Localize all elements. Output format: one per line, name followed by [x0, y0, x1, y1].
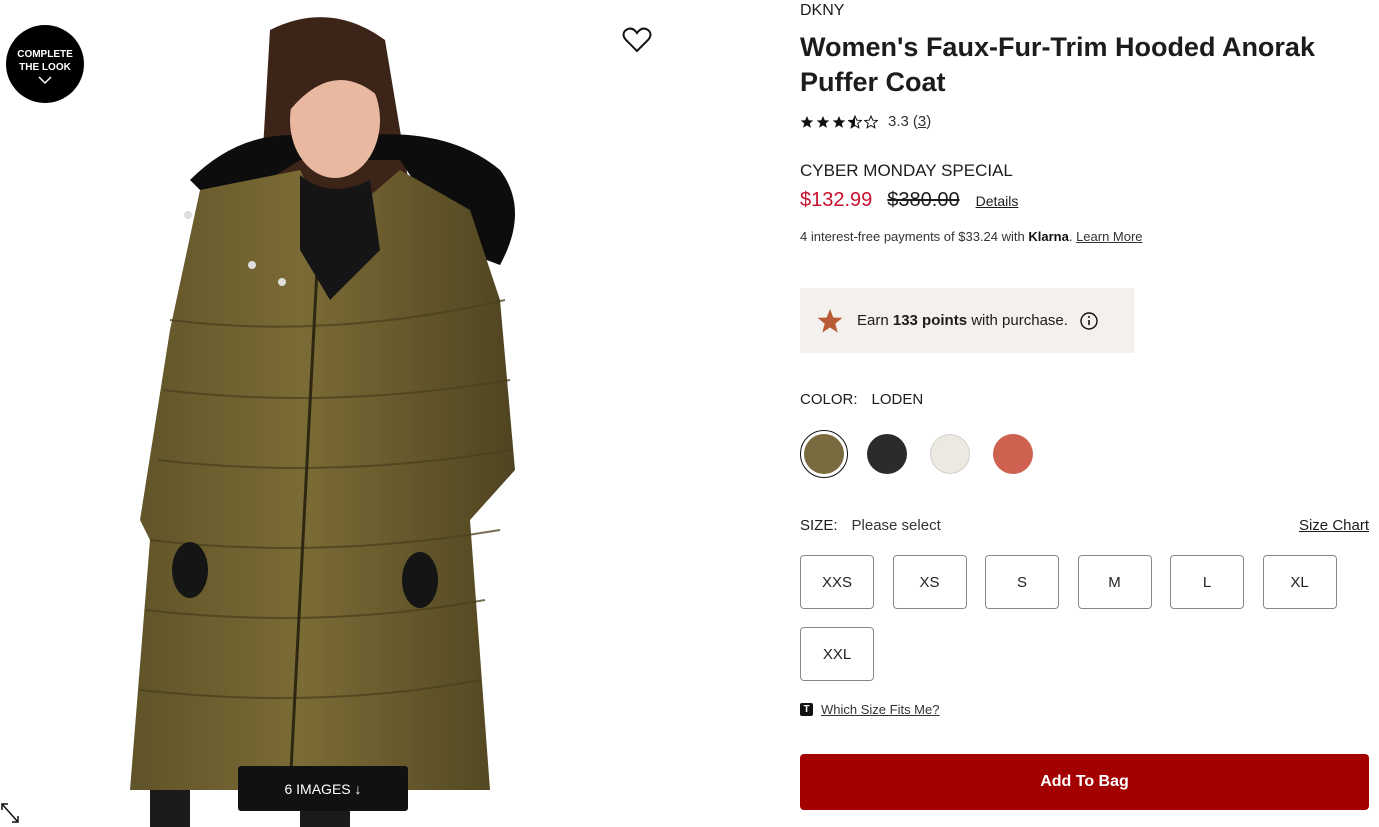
swatch-loden-color [804, 434, 844, 474]
color-label: COLOR: [800, 391, 858, 408]
size-option-l[interactable]: L [1170, 555, 1244, 609]
product-info: DKNY Women's Faux-Fur-Trim Hooded Anorak… [800, 0, 1370, 827]
which-size-fits-link[interactable]: Which Size Fits Me? [821, 702, 939, 717]
size-option-xxs[interactable]: XXS [800, 555, 874, 609]
rating-value: 3.3 [888, 113, 909, 130]
size-option-xl[interactable]: XL [1262, 555, 1337, 609]
swatch-black[interactable] [863, 430, 911, 478]
size-options: XXS XS S M L XL XXL [800, 555, 1360, 699]
complete-the-look-button[interactable]: COMPLETE THE LOOK [6, 25, 84, 103]
star-full-icon [816, 115, 830, 128]
heart-icon[interactable] [622, 26, 652, 54]
star-half-icon [848, 114, 862, 129]
info-icon[interactable] [1080, 311, 1098, 330]
swatch-coral[interactable] [989, 430, 1037, 478]
swatch-cream[interactable] [926, 430, 974, 478]
color-row: COLOR: LODEN [800, 391, 923, 408]
klarna-brand: Klarna [1028, 229, 1069, 244]
size-option-s[interactable]: S [985, 555, 1059, 609]
size-label: SIZE: [800, 517, 838, 534]
size-selected: Please select [851, 517, 941, 534]
review-count[interactable]: (3) [913, 113, 931, 130]
fit-finder: T Which Size Fits Me? [800, 702, 939, 717]
price-row: $132.99 $380.00 Details [800, 189, 1018, 212]
rating-row[interactable]: 3.3 (3) [800, 113, 931, 130]
swatch-loden[interactable] [800, 430, 848, 478]
points-text: Earn 133 points with purchase. [857, 312, 1068, 329]
points-suffix: with purchase. [967, 312, 1068, 329]
star-icon [817, 308, 843, 332]
review-count-close: ) [926, 113, 932, 130]
swatch-black-color [867, 434, 907, 474]
chevron-down-icon [38, 75, 52, 84]
color-swatches [800, 430, 1052, 478]
learn-more-link[interactable]: Learn More [1076, 229, 1142, 244]
expand-icon[interactable] [0, 802, 20, 824]
points-banner: Earn 133 points with purchase. [800, 288, 1134, 353]
star-rating [800, 114, 878, 129]
details-link[interactable]: Details [976, 193, 1019, 209]
original-price: $380.00 [887, 189, 960, 211]
size-row: SIZE: Please select Size Chart [800, 517, 1369, 534]
points-prefix: Earn [857, 312, 893, 329]
size-option-m[interactable]: M [1077, 555, 1152, 609]
promo-label: CYBER MONDAY SPECIAL [800, 161, 1013, 180]
star-full-icon [800, 115, 814, 128]
klarna-dot: . [1068, 229, 1077, 244]
product-gallery: COMPLETE THE LOOK 6 IMAGES ↓ [0, 0, 700, 827]
klarna-info: 4 interest-free payments of $33.24 with … [800, 229, 1143, 244]
star-full-icon [832, 115, 846, 128]
view-images-button[interactable]: 6 IMAGES ↓ [238, 766, 408, 811]
size-option-xxl[interactable]: XXL [800, 627, 874, 681]
swatch-cream-color [930, 434, 970, 474]
complete-the-look-label: COMPLETE THE LOOK [17, 48, 73, 73]
true-fit-icon: T [800, 703, 813, 716]
product-title: Women's Faux-Fur-Trim Hooded Anorak Puff… [800, 32, 1315, 97]
points-amount: 133 points [892, 312, 968, 329]
color-selected: LODEN [871, 391, 924, 408]
size-chart-link[interactable]: Size Chart [1299, 517, 1369, 534]
review-count-number[interactable]: 3 [918, 113, 926, 130]
brand-name[interactable]: DKNY [800, 2, 844, 20]
star-empty-icon [864, 114, 878, 129]
swatch-coral-color [993, 434, 1033, 474]
size-option-xs[interactable]: XS [892, 555, 967, 609]
sale-price: $132.99 [800, 189, 873, 211]
add-to-bag-button[interactable]: Add To Bag [800, 754, 1369, 810]
product-image[interactable] [0, 0, 700, 827]
klarna-text: 4 interest-free payments of $33.24 with [800, 229, 1029, 244]
